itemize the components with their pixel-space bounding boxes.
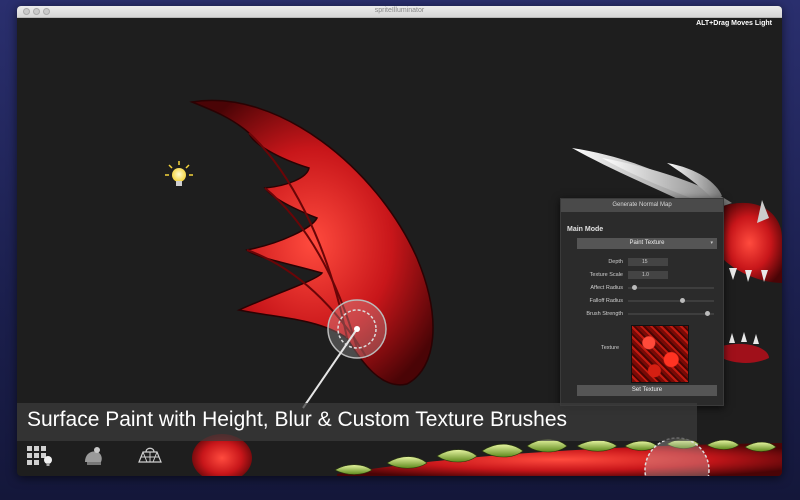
depth-label: Depth — [608, 259, 623, 265]
slider-knob[interactable] — [679, 298, 685, 303]
chevron-down-icon: ▾ — [710, 240, 713, 246]
mesh-tool-icon[interactable] — [135, 444, 165, 468]
affect-radius-label: Affect Radius — [590, 285, 623, 291]
slider-knob[interactable] — [705, 311, 711, 316]
main-mode-label: Main Mode — [567, 226, 604, 233]
depth-field[interactable]: 15 — [628, 258, 668, 266]
affect-radius-slider[interactable] — [628, 285, 714, 290]
window-title: spriteIlluminator — [374, 7, 425, 14]
brush-strength-slider[interactable] — [628, 311, 714, 316]
texture-scale-label: Texture Scale — [589, 272, 623, 278]
set-texture-button[interactable]: Set Texture — [577, 385, 717, 396]
falloff-radius-label: Falloff Radius — [589, 298, 623, 304]
texture-scale-field[interactable]: 1.0 — [628, 271, 668, 279]
texture-swatch[interactable] — [631, 325, 689, 383]
falloff-radius-row: Falloff Radius — [561, 296, 723, 306]
grid-light-tool-icon[interactable] — [25, 444, 55, 468]
slider-knob[interactable] — [632, 285, 638, 290]
dragon-body-sprite[interactable] — [334, 437, 782, 476]
brush-strength-label: Brush Strength — [586, 311, 623, 317]
app-window: spriteIlluminator ALT+Drag Moves Light G… — [17, 6, 782, 476]
dragon-wing-sprite[interactable] — [189, 99, 434, 386]
feature-caption: Surface Paint with Height, Blur & Custom… — [17, 403, 697, 441]
affect-radius-row: Affect Radius — [561, 283, 723, 293]
light-source-icon[interactable] — [165, 161, 193, 186]
mode-value: Paint Texture — [629, 240, 665, 246]
depth-row: Depth 15 — [561, 257, 723, 267]
texture-label: Texture — [601, 345, 620, 351]
panel-title[interactable]: Generate Normal Map — [561, 199, 723, 212]
sprite-tool-icon[interactable] — [79, 444, 109, 468]
texture-scale-row: Texture Scale 1.0 — [561, 270, 723, 280]
brush-strength-row: Brush Strength — [561, 309, 723, 319]
title-bar[interactable]: spriteIlluminator — [17, 6, 782, 18]
caption-text: Surface Paint with Height, Blur & Custom… — [27, 408, 568, 431]
normal-map-panel: Generate Normal Map Main Mode Paint Text… — [560, 198, 724, 406]
falloff-radius-slider[interactable] — [628, 298, 714, 303]
mode-dropdown[interactable]: Paint Texture ▾ — [577, 238, 717, 249]
